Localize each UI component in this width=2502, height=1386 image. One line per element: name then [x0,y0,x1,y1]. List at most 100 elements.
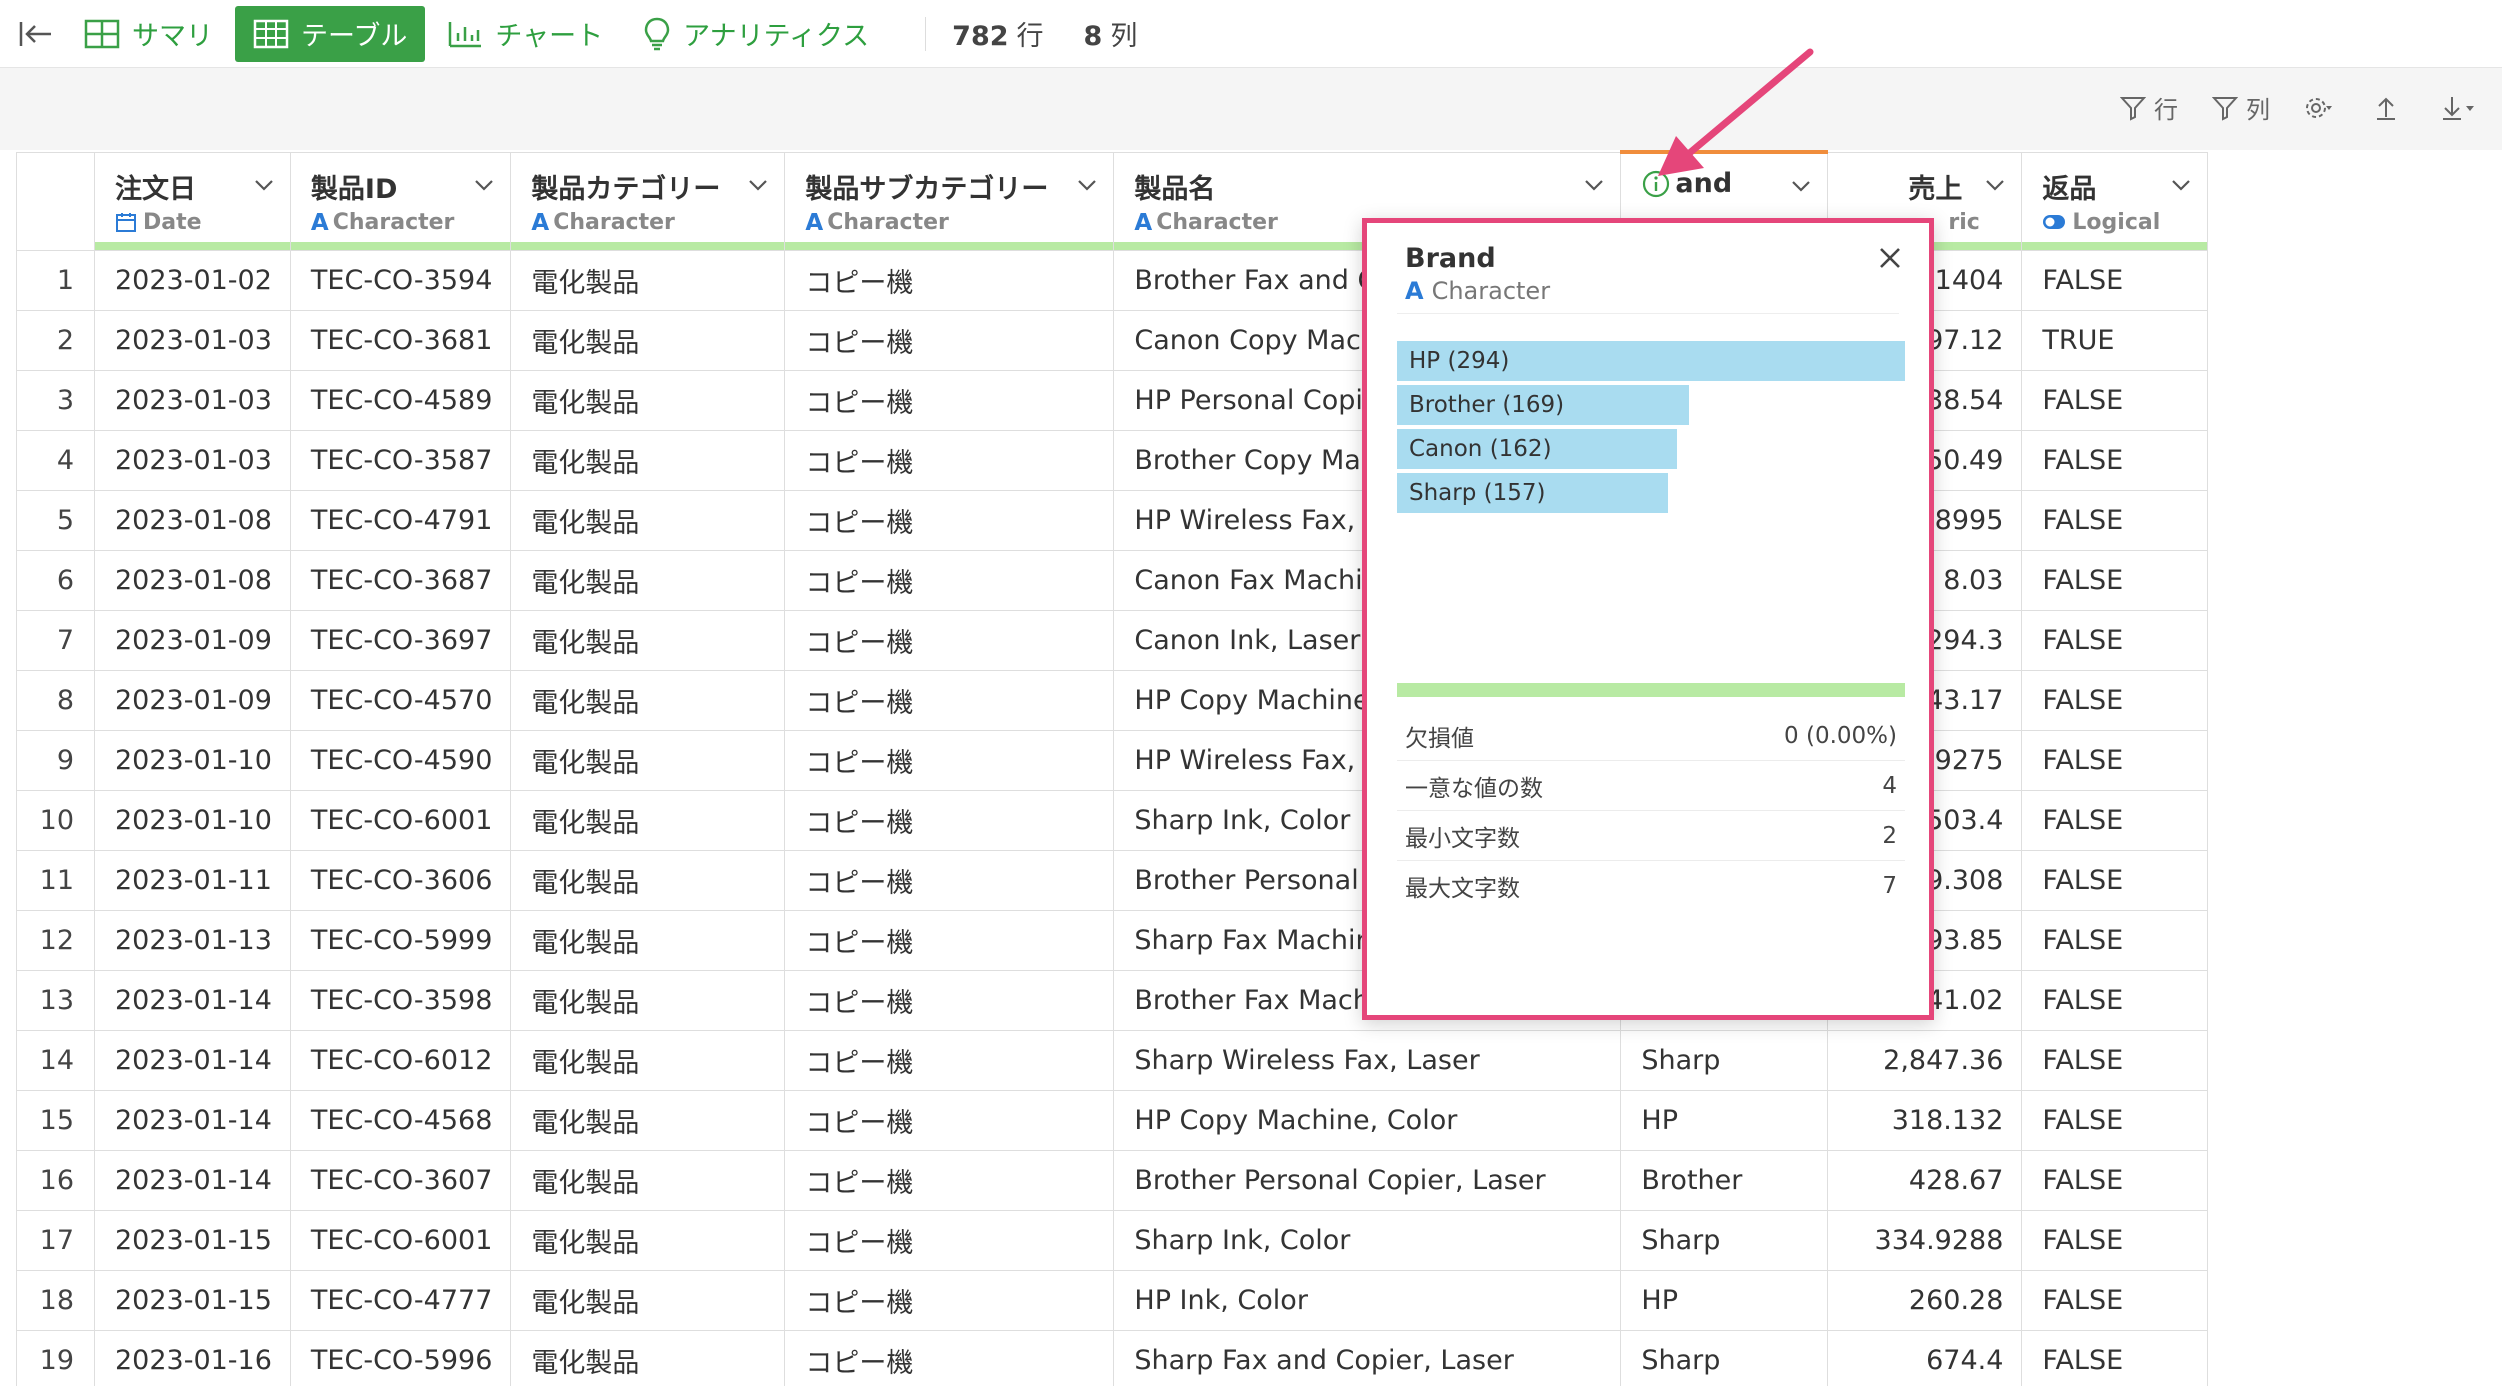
cell-id[interactable]: TEC-CO-6012 [289,1029,512,1091]
cell-date[interactable]: 2023-01-16 [94,1329,291,1386]
cell-cat[interactable]: 電化製品 [510,789,786,851]
cell-id[interactable]: TEC-CO-5999 [289,909,512,971]
chevron-down-icon[interactable] [1582,173,1606,197]
cell-ret[interactable]: FALSE [2021,969,2209,1031]
cell-date[interactable]: 2023-01-03 [94,429,291,491]
collapse-panel-button[interactable] [6,4,66,64]
cell-cat[interactable]: 電化製品 [510,429,786,491]
cell-sub[interactable]: コピー機 [784,1329,1115,1386]
column-header-product-category[interactable]: 製品カテゴリー A Character [510,151,786,251]
tab-summary[interactable]: サマリ [66,6,231,62]
cell-id[interactable]: TEC-CO-4570 [289,669,512,731]
cell-sub[interactable]: コピー機 [784,909,1115,971]
cell-ret[interactable]: FALSE [2021,429,2209,491]
cell-ret[interactable]: FALSE [2021,789,2209,851]
cell-ret[interactable]: FALSE [2021,729,2209,791]
tab-table[interactable]: テーブル [235,5,426,62]
cell-name[interactable]: HP Copy Machine, Color [1113,1089,1622,1151]
cell-date[interactable]: 2023-01-08 [94,489,291,551]
cell-date[interactable]: 2023-01-14 [94,969,291,1031]
chevron-down-icon[interactable] [2169,173,2193,197]
cell-brand[interactable]: HP [1620,1269,1829,1331]
cell-id[interactable]: TEC-CO-4791 [289,489,512,551]
cell-date[interactable]: 2023-01-03 [94,309,291,371]
cell-sales[interactable]: 674.4 [1827,1329,2023,1386]
cell-name[interactable]: Sharp Wireless Fax, Laser [1113,1029,1622,1091]
chevron-down-icon[interactable] [1075,173,1099,197]
cell-cat[interactable]: 電化製品 [510,369,786,431]
filter-rows-button[interactable]: 行 [2120,90,2178,125]
cell-id[interactable]: TEC-CO-3598 [289,969,512,1031]
cell-id[interactable]: TEC-CO-4590 [289,729,512,791]
cell-cat[interactable]: 電化製品 [510,1329,786,1386]
cell-ret[interactable]: FALSE [2021,669,2209,731]
cell-date[interactable]: 2023-01-15 [94,1269,291,1331]
download-menu-button[interactable] [2440,95,2482,121]
frequency-bar[interactable]: Canon (162) [1397,429,1905,469]
table-row[interactable]: 17 2023-01-15 TEC-CO-6001 電化製品 コピー機 Sharp Ink… [16,1209,2209,1271]
cell-ret[interactable]: FALSE [2021,1329,2209,1386]
cell-ret[interactable]: FALSE [2021,609,2209,671]
settings-menu-button[interactable] [2304,95,2340,121]
tab-analytics[interactable]: アナリティクス [625,6,887,62]
cell-ret[interactable]: FALSE [2021,849,2209,911]
cell-sales[interactable]: 334.9288 [1827,1209,2023,1271]
cell-sub[interactable]: コピー機 [784,669,1115,731]
cell-sub[interactable]: コピー機 [784,849,1115,911]
upload-button[interactable] [2374,95,2406,121]
cell-sales[interactable]: 318.132 [1827,1089,2023,1151]
cell-ret[interactable]: FALSE [2021,489,2209,551]
cell-date[interactable]: 2023-01-10 [94,789,291,851]
cell-cat[interactable]: 電化製品 [510,969,786,1031]
cell-date[interactable]: 2023-01-02 [94,249,291,311]
cell-id[interactable]: TEC-CO-4777 [289,1269,512,1331]
cell-ret[interactable]: TRUE [2021,309,2209,371]
cell-date[interactable]: 2023-01-03 [94,369,291,431]
cell-ret[interactable]: FALSE [2021,909,2209,971]
cell-date[interactable]: 2023-01-14 [94,1089,291,1151]
cell-ret[interactable]: FALSE [2021,369,2209,431]
cell-cat[interactable]: 電化製品 [510,1209,786,1271]
cell-id[interactable]: TEC-CO-6001 [289,789,512,851]
cell-sub[interactable]: コピー機 [784,249,1115,311]
cell-date[interactable]: 2023-01-14 [94,1149,291,1211]
cell-name[interactable]: Sharp Ink, Color [1113,1209,1622,1271]
table-row[interactable]: 19 2023-01-16 TEC-CO-5996 電化製品 コピー機 Sharp Fax… [16,1329,2209,1386]
frequency-bar[interactable]: HP (294) [1397,341,1905,381]
cell-brand[interactable]: Sharp [1620,1329,1829,1386]
cell-cat[interactable]: 電化製品 [510,249,786,311]
cell-name[interactable]: Sharp Fax and Copier, Laser [1113,1329,1622,1386]
cell-date[interactable]: 2023-01-08 [94,549,291,611]
cell-date[interactable]: 2023-01-13 [94,909,291,971]
cell-sub[interactable]: コピー機 [784,489,1115,551]
cell-brand[interactable]: Brother [1620,1149,1829,1211]
cell-id[interactable]: TEC-CO-4589 [289,369,512,431]
cell-sub[interactable]: コピー機 [784,1149,1115,1211]
column-header-order-date[interactable]: 注文日 Date [94,151,291,251]
cell-sales[interactable]: 428.67 [1827,1149,2023,1211]
cell-sub[interactable]: コピー機 [784,429,1115,491]
cell-ret[interactable]: FALSE [2021,1149,2209,1211]
column-header-returned[interactable]: 返品 Logical [2021,151,2209,251]
cell-cat[interactable]: 電化製品 [510,849,786,911]
cell-date[interactable]: 2023-01-10 [94,729,291,791]
cell-name[interactable]: HP Ink, Color [1113,1269,1622,1331]
table-row[interactable]: 18 2023-01-15 TEC-CO-4777 電化製品 コピー機 HP Ink, C… [16,1269,2209,1331]
cell-cat[interactable]: 電化製品 [510,489,786,551]
cell-id[interactable]: TEC-CO-3681 [289,309,512,371]
cell-sales[interactable]: 2,847.36 [1827,1029,2023,1091]
chevron-down-icon[interactable] [746,173,770,197]
chevron-down-icon[interactable] [252,173,276,197]
table-row[interactable]: 15 2023-01-14 TEC-CO-4568 電化製品 コピー機 HP Copy M… [16,1089,2209,1151]
cell-id[interactable]: TEC-CO-3697 [289,609,512,671]
cell-id[interactable]: TEC-CO-3587 [289,429,512,491]
column-header-product-id[interactable]: 製品ID A Character [289,151,512,251]
cell-sub[interactable]: コピー機 [784,1209,1115,1271]
cell-brand[interactable]: HP [1620,1089,1829,1151]
frequency-bar[interactable]: Brother (169) [1397,385,1905,425]
tab-chart[interactable]: チャート [429,6,621,62]
cell-id[interactable]: TEC-CO-5996 [289,1329,512,1386]
table-row[interactable]: 16 2023-01-14 TEC-CO-3607 電化製品 コピー機 Brother P… [16,1149,2209,1211]
cell-ret[interactable]: FALSE [2021,1029,2209,1091]
cell-ret[interactable]: FALSE [2021,1089,2209,1151]
